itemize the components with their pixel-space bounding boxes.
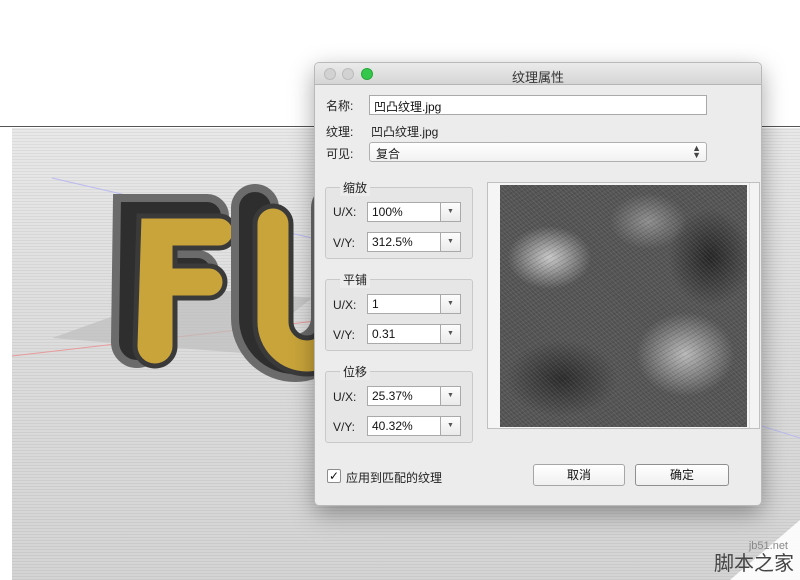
ok-button[interactable]: 确定 xyxy=(635,464,729,486)
texture-label: 纹理: xyxy=(326,125,354,139)
scale-vy-input[interactable]: 312.5% xyxy=(367,232,441,252)
visible-select[interactable]: 复合 ▲ ▼ xyxy=(369,142,707,162)
scale-vy-label: V/Y: xyxy=(333,236,356,250)
offset-ux-input[interactable]: 25.37% xyxy=(367,386,441,406)
tile-ux-label: U/X: xyxy=(333,298,357,312)
tile-vy-label: V/Y: xyxy=(333,328,356,342)
title-bar[interactable]: 纹理属性 xyxy=(315,63,761,85)
scale-ux-input[interactable]: 100% xyxy=(367,202,441,222)
scale-vy-stepper[interactable]: ▼ xyxy=(441,232,461,252)
apply-matching-checkbox[interactable]: ✓ xyxy=(327,469,341,483)
texture-preview xyxy=(487,182,760,429)
scale-ux-label: U/X: xyxy=(333,205,357,219)
texture-image xyxy=(500,185,747,427)
offset-group-title: 位移 xyxy=(340,363,371,380)
apply-matching-label: 应用到匹配的纹理 xyxy=(346,471,443,485)
offset-ux-label: U/X: xyxy=(333,390,357,404)
name-input[interactable]: 凹凸纹理.jpg xyxy=(369,95,707,115)
tile-vy-input[interactable]: 0.31 xyxy=(367,324,441,344)
tile-vy-stepper[interactable]: ▼ xyxy=(441,324,461,344)
offset-vy-label: V/Y: xyxy=(333,420,356,434)
cancel-button[interactable]: 取消 xyxy=(533,464,625,486)
name-label: 名称: xyxy=(326,99,354,113)
preview-scrollbar[interactable] xyxy=(749,183,759,428)
texture-value: 凹凸纹理.jpg xyxy=(371,125,439,139)
updown-arrows-icon: ▲ ▼ xyxy=(692,143,701,160)
offset-vy-input[interactable]: 40.32% xyxy=(367,416,441,436)
tile-ux-stepper[interactable]: ▼ xyxy=(441,294,461,314)
tile-group-title: 平铺 xyxy=(340,271,371,288)
visible-select-value: 复合 xyxy=(376,147,401,161)
texture-properties-dialog: 纹理属性 名称: 凹凸纹理.jpg 纹理: 凹凸纹理.jpg 可见: 复合 ▲ ▼… xyxy=(314,62,762,506)
watermark-text: 脚本之家 xyxy=(714,551,794,575)
offset-vy-stepper[interactable]: ▼ xyxy=(441,416,461,436)
tile-ux-input[interactable]: 1 xyxy=(367,294,441,314)
scale-group-title: 缩放 xyxy=(340,179,371,196)
offset-ux-stepper[interactable]: ▼ xyxy=(441,386,461,406)
visible-label: 可见: xyxy=(326,147,354,161)
viewport-left-strip xyxy=(0,128,12,580)
scale-ux-stepper[interactable]: ▼ xyxy=(441,202,461,222)
watermark: jb51.net 脚本之家 xyxy=(660,520,800,580)
dialog-title: 纹理属性 xyxy=(511,70,564,85)
